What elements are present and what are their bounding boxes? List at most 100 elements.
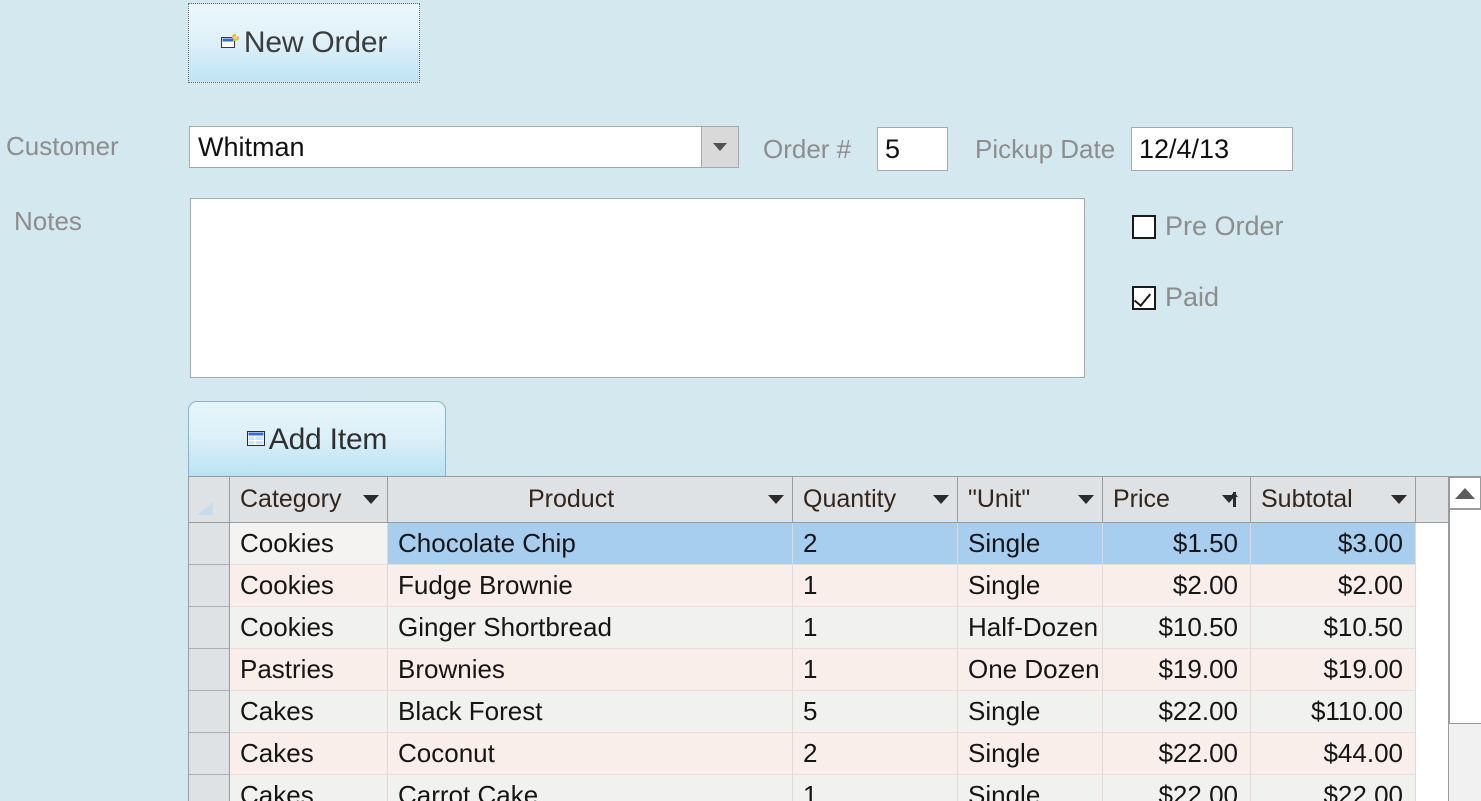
add-item-button[interactable]: Add Item [188,401,446,477]
cell-price[interactable]: $10.50 [1103,607,1251,649]
add-item-button-content: Add Item [246,423,387,457]
customer-value[interactable]: Whitman [190,127,701,167]
filter-arrow-icon[interactable] [1078,495,1094,504]
row-selector[interactable] [189,523,230,565]
table-row[interactable]: Cookies Fudge Brownie 1 Single $2.00 $2.00 [189,565,1448,607]
cell-category[interactable]: Cakes [230,775,388,801]
pre-order-label: Pre Order [1165,211,1284,241]
table-row[interactable]: Cookies Ginger Shortbread 1 Half-Dozen $10.5… [189,607,1448,649]
cell-category[interactable]: Cakes [230,733,388,775]
customer-label: Customer [6,131,119,161]
paid-checkbox[interactable] [1132,285,1156,310]
column-header-category-label: Category [240,485,342,513]
cell-subtotal[interactable]: $44.00 [1251,733,1416,775]
cell-subtotal[interactable]: $110.00 [1251,691,1416,733]
column-header-quantity[interactable]: Quantity [793,477,958,522]
filter-arrow-icon[interactable] [768,495,784,504]
cell-unit[interactable]: Half-Dozen [958,607,1103,649]
filter-arrow-icon[interactable] [363,495,379,504]
cell-unit[interactable]: One Dozen [958,649,1103,691]
cell-subtotal[interactable]: $3.00 [1251,523,1416,565]
cell-category[interactable]: Pastries [230,649,388,691]
cell-category[interactable]: Cakes [230,691,388,733]
row-selector[interactable] [189,733,230,775]
notes-textarea[interactable] [190,198,1085,378]
cell-price[interactable]: $1.50 [1103,523,1251,565]
order-number-input[interactable]: 5 [877,127,948,171]
datasheet-rows: Cookies Chocolate Chip 2 Single $1.50 $3.00 Co… [189,523,1448,801]
filter-sort-ascending-icon[interactable] [1222,491,1242,508]
row-selector[interactable] [189,565,230,607]
new-order-button-content: New Order [220,26,388,60]
order-number-label: Order # [763,134,852,164]
cell-price[interactable]: $22.00 [1103,733,1251,775]
cell-product[interactable]: Black Forest [388,691,793,733]
row-selector[interactable] [189,691,230,733]
cell-quantity[interactable]: 1 [793,775,958,801]
cell-unit[interactable]: Single [958,523,1103,565]
row-selector[interactable] [189,649,230,691]
vertical-scrollbar[interactable] [1448,477,1481,801]
cell-product[interactable]: Coconut [388,733,793,775]
select-all-corner[interactable] [189,477,230,522]
cell-price[interactable]: $19.00 [1103,649,1251,691]
cell-category[interactable]: Cookies [230,565,388,607]
column-header-subtotal-label: Subtotal [1261,485,1353,513]
column-header-unit[interactable]: "Unit" [958,477,1103,522]
cell-quantity[interactable]: 5 [793,691,958,733]
row-selector[interactable] [189,775,230,801]
cell-product[interactable]: Chocolate Chip [388,523,793,565]
datasheet-header-row: Category Product Quantity "Unit" Price S… [189,477,1448,523]
scroll-up-button[interactable] [1449,477,1481,509]
scroll-up-icon [1455,487,1475,499]
customer-dropdown-button[interactable] [701,127,738,167]
notes-label: Notes [14,206,82,236]
cell-category[interactable]: Cookies [230,607,388,649]
column-header-product-label: Product [528,485,615,513]
pre-order-checkbox[interactable] [1132,214,1156,239]
cell-price[interactable]: $2.00 [1103,565,1251,607]
column-header-product[interactable]: Product [388,477,793,522]
cell-subtotal[interactable]: $2.00 [1251,565,1416,607]
cell-category[interactable]: Cookies [230,523,388,565]
cell-product[interactable]: Carrot Cake [388,775,793,801]
table-row[interactable]: Cakes Black Forest 5 Single $22.00 $110.00 [189,691,1448,733]
cell-quantity[interactable]: 1 [793,565,958,607]
scrollbar-track[interactable] [1449,509,1481,801]
table-row[interactable]: Cakes Carrot Cake 1 Single $22.00 $22.00 [189,775,1448,801]
cell-product[interactable]: Fudge Brownie [388,565,793,607]
cell-product[interactable]: Brownies [388,649,793,691]
new-order-button[interactable]: New Order [188,3,420,83]
filter-arrow-icon[interactable] [1391,495,1407,504]
table-row[interactable]: Cookies Chocolate Chip 2 Single $1.50 $3.00 [189,523,1448,565]
chevron-down-icon [713,143,727,151]
filter-arrow-icon[interactable] [933,495,949,504]
cell-unit[interactable]: Single [958,691,1103,733]
new-order-button-label: New Order [243,26,388,59]
row-selector[interactable] [189,607,230,649]
cell-unit[interactable]: Single [958,775,1103,801]
cell-price[interactable]: $22.00 [1103,691,1251,733]
cell-product[interactable]: Ginger Shortbread [388,607,793,649]
cell-quantity[interactable]: 1 [793,649,958,691]
cell-unit[interactable]: Single [958,733,1103,775]
cell-quantity[interactable]: 1 [793,607,958,649]
column-header-category[interactable]: Category [230,477,388,522]
cell-unit[interactable]: Single [958,565,1103,607]
cell-quantity[interactable]: 2 [793,733,958,775]
pickup-date-input[interactable]: 12/4/13 [1131,127,1293,171]
cell-quantity[interactable]: 2 [793,523,958,565]
datasheet-grid: Category Product Quantity "Unit" Price S… [189,477,1448,801]
paid-checkbox-row[interactable]: Paid [1132,282,1219,313]
table-row[interactable]: Pastries Brownies 1 One Dozen $19.00 $19.00 [189,649,1448,691]
customer-combobox[interactable]: Whitman [189,126,739,168]
cell-subtotal[interactable]: $19.00 [1251,649,1416,691]
table-row[interactable]: Cakes Coconut 2 Single $22.00 $44.00 [189,733,1448,775]
column-header-subtotal[interactable]: Subtotal [1251,477,1416,522]
scrollbar-thumb[interactable] [1449,509,1481,724]
cell-subtotal[interactable]: $22.00 [1251,775,1416,801]
cell-subtotal[interactable]: $10.50 [1251,607,1416,649]
cell-price[interactable]: $22.00 [1103,775,1251,801]
column-header-price[interactable]: Price [1103,477,1251,522]
pre-order-checkbox-row[interactable]: Pre Order [1132,211,1284,242]
